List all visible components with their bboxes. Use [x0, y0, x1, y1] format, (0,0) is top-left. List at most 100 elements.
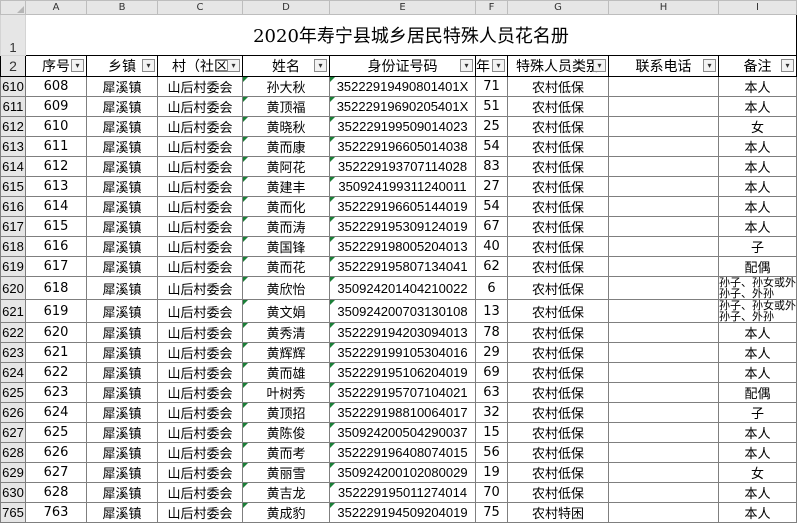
cell-village[interactable]: 山后村委会	[157, 442, 243, 463]
cell-town[interactable]: 犀溪镇	[86, 136, 158, 157]
column-header-f[interactable]: F	[475, 0, 508, 15]
header-id[interactable]: 身份证号码 ▾	[329, 55, 476, 77]
cell-seq[interactable]: 622	[25, 362, 87, 383]
header-village[interactable]: 村（社区 ▾	[157, 55, 243, 77]
cell-category[interactable]: 农村低保	[507, 176, 609, 197]
cell-note[interactable]: 本人	[718, 442, 797, 463]
cell-age[interactable]: 78	[475, 322, 508, 343]
header-seq[interactable]: 序号 ▾	[25, 55, 87, 77]
cell-phone[interactable]	[608, 96, 719, 117]
cell-note[interactable]: 本人	[718, 362, 797, 383]
cell-village[interactable]: 山后村委会	[157, 96, 243, 117]
cell-phone[interactable]	[608, 136, 719, 157]
header-phone[interactable]: 联系电话 ▾	[608, 55, 719, 77]
cell-id-number[interactable]: 352229196605144019	[329, 196, 476, 217]
cell-village[interactable]: 山后村委会	[157, 462, 243, 483]
cell-id-number[interactable]: 350924200703130108	[329, 299, 476, 323]
cell-town[interactable]: 犀溪镇	[86, 256, 158, 277]
cell-note[interactable]: 本人	[718, 196, 797, 217]
row-header[interactable]: 628	[0, 442, 26, 463]
cell-phone[interactable]	[608, 422, 719, 443]
row-header[interactable]: 612	[0, 116, 26, 137]
cell-note[interactable]: 配偶	[718, 256, 797, 277]
cell-note[interactable]: 配偶	[718, 382, 797, 403]
cell-town[interactable]: 犀溪镇	[86, 96, 158, 117]
cell-name[interactable]: 黄秀清	[242, 322, 330, 343]
row-header[interactable]: 614	[0, 156, 26, 177]
row-header[interactable]: 627	[0, 422, 26, 443]
column-header-d[interactable]: D	[242, 0, 330, 15]
cell-category[interactable]: 农村低保	[507, 299, 609, 323]
cell-category[interactable]: 农村低保	[507, 156, 609, 177]
cell-town[interactable]: 犀溪镇	[86, 422, 158, 443]
cell-id-number[interactable]: 350924199311240011	[329, 176, 476, 197]
cell-category[interactable]: 农村低保	[507, 342, 609, 363]
cell-name[interactable]: 孙大秋	[242, 76, 330, 97]
row-header[interactable]: 1	[0, 14, 26, 56]
row-header[interactable]: 613	[0, 136, 26, 157]
column-header-e[interactable]: E	[329, 0, 476, 15]
cell-town[interactable]: 犀溪镇	[86, 342, 158, 363]
cell-phone[interactable]	[608, 176, 719, 197]
cell-phone[interactable]	[608, 156, 719, 177]
cell-town[interactable]: 犀溪镇	[86, 402, 158, 423]
cell-seq[interactable]: 621	[25, 342, 87, 363]
cell-id-number[interactable]: 352229199509014023	[329, 116, 476, 137]
row-header[interactable]: 624	[0, 362, 26, 383]
cell-name[interactable]: 黄陈俊	[242, 422, 330, 443]
filter-dropdown-icon[interactable]: ▾	[460, 59, 473, 72]
cell-name[interactable]: 黄吉龙	[242, 482, 330, 503]
cell-note[interactable]: 本人	[718, 156, 797, 177]
filter-dropdown-icon[interactable]: ▾	[492, 59, 505, 72]
column-header-h[interactable]: H	[608, 0, 719, 15]
cell-age[interactable]: 13	[475, 299, 508, 323]
cell-seq[interactable]: 608	[25, 76, 87, 97]
cell-age[interactable]: 70	[475, 482, 508, 503]
cell-seq[interactable]: 617	[25, 256, 87, 277]
cell-village[interactable]: 山后村委会	[157, 322, 243, 343]
cell-age[interactable]: 27	[475, 176, 508, 197]
cell-category[interactable]: 农村低保	[507, 276, 609, 300]
row-header[interactable]: 621	[0, 299, 26, 323]
cell-town[interactable]: 犀溪镇	[86, 276, 158, 300]
row-header[interactable]: 620	[0, 276, 26, 300]
cell-id-number[interactable]: 350924201404210022	[329, 276, 476, 300]
cell-category[interactable]: 农村低保	[507, 76, 609, 97]
row-header[interactable]: 629	[0, 462, 26, 483]
cell-age[interactable]: 15	[475, 422, 508, 443]
cell-phone[interactable]	[608, 402, 719, 423]
header-note[interactable]: 备注 ▾	[718, 55, 797, 77]
cell-name[interactable]: 黄国锋	[242, 236, 330, 257]
cell-id-number[interactable]: 352229194203094013	[329, 322, 476, 343]
row-header[interactable]: 765	[0, 502, 26, 523]
cell-note[interactable]: 女	[718, 462, 797, 483]
cell-seq[interactable]: 614	[25, 196, 87, 217]
cell-village[interactable]: 山后村委会	[157, 382, 243, 403]
cell-note[interactable]: 子	[718, 236, 797, 257]
cell-name[interactable]: 黄晓秋	[242, 116, 330, 137]
cell-name[interactable]: 黄阿花	[242, 156, 330, 177]
cell-village[interactable]: 山后村委会	[157, 276, 243, 300]
cell-category[interactable]: 农村低保	[507, 322, 609, 343]
cell-age[interactable]: 6	[475, 276, 508, 300]
cell-town[interactable]: 犀溪镇	[86, 76, 158, 97]
cell-category[interactable]: 农村低保	[507, 402, 609, 423]
cell-phone[interactable]	[608, 216, 719, 237]
cell-village[interactable]: 山后村委会	[157, 422, 243, 443]
filter-dropdown-icon[interactable]: ▾	[781, 59, 794, 72]
cell-seq[interactable]: 615	[25, 216, 87, 237]
cell-seq[interactable]: 616	[25, 236, 87, 257]
cell-note[interactable]: 本人	[718, 176, 797, 197]
cell-village[interactable]: 山后村委会	[157, 176, 243, 197]
cell-category[interactable]: 农村特困	[507, 502, 609, 523]
cell-seq[interactable]: 625	[25, 422, 87, 443]
cell-town[interactable]: 犀溪镇	[86, 216, 158, 237]
row-header[interactable]: 623	[0, 342, 26, 363]
cell-category[interactable]: 农村低保	[507, 216, 609, 237]
cell-phone[interactable]	[608, 322, 719, 343]
cell-seq[interactable]: 626	[25, 442, 87, 463]
cell-town[interactable]: 犀溪镇	[86, 442, 158, 463]
cell-name[interactable]: 黄丽雪	[242, 462, 330, 483]
cell-category[interactable]: 农村低保	[507, 362, 609, 383]
cell-id-number[interactable]: 350924200504290037	[329, 422, 476, 443]
